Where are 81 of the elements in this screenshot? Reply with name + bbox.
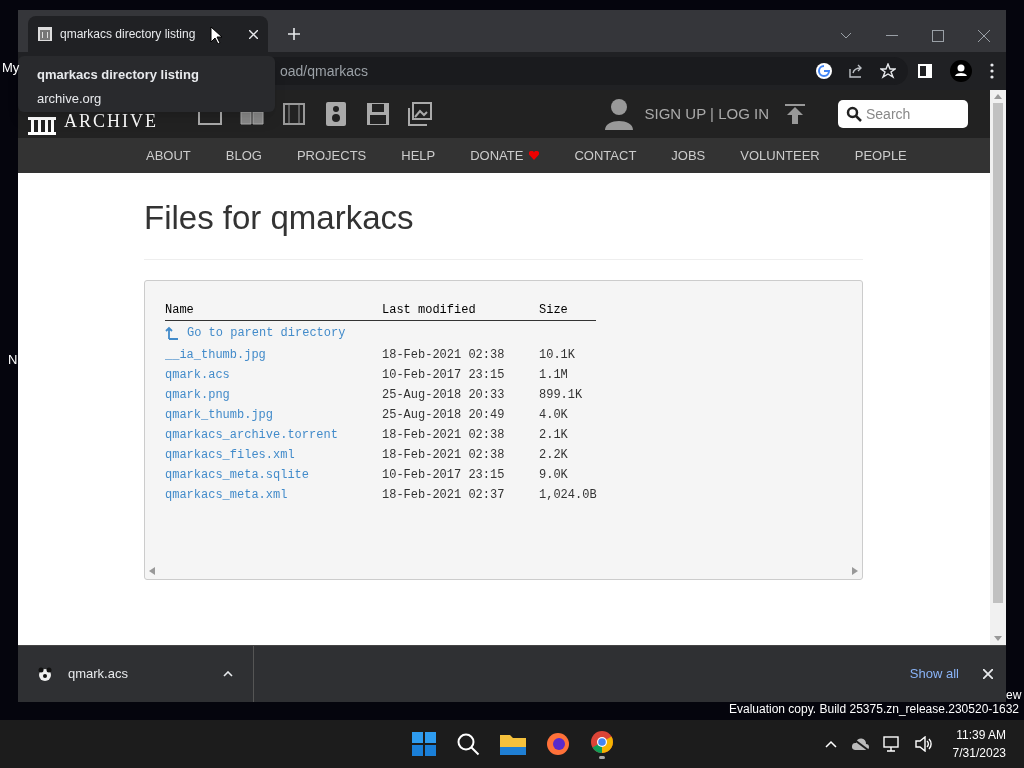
browser-tab[interactable]: qmarkacs directory listing [28, 16, 268, 52]
nav-link[interactable]: BLOG [225, 145, 262, 166]
user-icon[interactable] [604, 98, 633, 130]
nav-link[interactable]: HELP [401, 145, 436, 166]
page-heading: Files for qmarkacs [144, 193, 863, 260]
file-size: 4.0K [539, 406, 568, 424]
minimize-icon[interactable] [886, 35, 898, 37]
up-arrow-icon [165, 325, 179, 340]
nav-link[interactable]: JOBS [671, 145, 706, 166]
menu-icon[interactable] [990, 63, 994, 79]
side-panel-icon[interactable] [918, 64, 932, 78]
column-header: Last modified [382, 302, 477, 319]
tooltip-title: qmarkacs directory listing [37, 66, 200, 84]
modified-date: 10-Feb-2017 23:15 [382, 366, 506, 384]
scrollbar-thumb[interactable] [993, 103, 1003, 603]
nav-link[interactable]: ABOUT [146, 145, 191, 166]
file-size: 899.1K [539, 386, 583, 404]
modified-date: 18-Feb-2021 02:38 [382, 346, 506, 364]
maximize-icon[interactable] [932, 30, 944, 42]
column-header: Name [165, 302, 195, 319]
column-header: Size [539, 302, 568, 319]
scroll-left-icon[interactable] [149, 566, 155, 575]
file-size: 9.0K [539, 466, 568, 484]
modified-date: 18-Feb-2021 02:38 [382, 426, 506, 444]
file-size: 1.1M [539, 366, 568, 384]
file-link[interactable]: qmarkacs_meta.xml [165, 485, 382, 504]
modified-date: 10-Feb-2017 23:15 [382, 466, 506, 484]
chevron-down-icon[interactable] [840, 32, 852, 40]
file-link[interactable]: qmark.png [165, 385, 382, 404]
nav-link[interactable]: CONTACT [574, 145, 637, 166]
scroll-right-icon[interactable] [852, 566, 858, 575]
evaluation-notice: Evaluation copy. Build 25375.zn_release.230520-1632 [729, 701, 1019, 718]
search-field[interactable]: Search [838, 100, 968, 128]
url-text: oad/qmarkacs [280, 61, 368, 81]
archive-logo-text[interactable]: ARCHIVE [64, 107, 158, 135]
file-size: 2.2K [539, 446, 568, 464]
cloud-off-icon[interactable] [850, 737, 869, 751]
mouse-cursor-icon [210, 26, 222, 44]
modified-date: 25-Aug-2018 20:33 [382, 386, 506, 404]
modified-date: 18-Feb-2021 02:37 [382, 486, 506, 504]
nav-link[interactable]: DONATE [470, 145, 524, 166]
search-icon [846, 106, 862, 122]
new-tab-icon[interactable] [288, 28, 300, 40]
network-icon[interactable] [882, 736, 901, 752]
file-size: 1,024.0B [539, 486, 597, 504]
chevron-up-icon[interactable] [824, 740, 837, 748]
profile-icon[interactable] [950, 60, 972, 82]
file-link[interactable]: qmark_thumb.jpg [165, 405, 382, 424]
nav-link[interactable]: PEOPLE [854, 145, 907, 166]
tooltip-host: archive.org [37, 89, 103, 108]
archive-logo-icon [28, 116, 56, 135]
film-icon[interactable] [282, 102, 306, 126]
show-all-link[interactable]: Show all [909, 664, 959, 684]
desktop-icon-label[interactable]: ew [1006, 686, 1022, 704]
nav-link[interactable]: VOLUNTEER [740, 145, 820, 166]
folder-icon[interactable] [500, 733, 526, 755]
share-icon[interactable] [848, 63, 864, 79]
upload-icon[interactable] [785, 104, 805, 124]
file-size: 2.1K [539, 426, 568, 444]
file-link[interactable]: qmark.acs [165, 365, 382, 384]
chrome-icon[interactable] [590, 729, 614, 759]
google-icon[interactable] [816, 63, 832, 79]
file-size: 10.1K [539, 346, 575, 364]
search-icon[interactable] [456, 732, 480, 756]
modified-date: 18-Feb-2021 02:38 [382, 446, 506, 464]
download-item[interactable]: qmark.acs [68, 664, 128, 684]
star-icon[interactable] [880, 63, 896, 79]
clock-time[interactable]: 11:39 AM [956, 726, 1006, 744]
museum-icon [38, 27, 52, 41]
images-icon[interactable] [408, 102, 432, 126]
nav-link[interactable]: PROJECTS [296, 145, 367, 166]
caret-up-icon[interactable] [223, 671, 233, 677]
start-icon[interactable] [412, 732, 436, 756]
speaker-icon[interactable] [324, 102, 348, 126]
desktop-icon-label[interactable]: My [2, 58, 20, 78]
desktop-icon-label[interactable]: N [8, 350, 18, 370]
sign-up-login-link[interactable]: SIGN UP | LOG IN [644, 102, 769, 126]
clock-date[interactable]: 7/31/2023 [952, 744, 1006, 762]
vertical-scrollbar[interactable] [990, 90, 1006, 645]
volume-icon[interactable] [914, 736, 933, 752]
modified-date: 25-Aug-2018 20:49 [382, 406, 506, 424]
